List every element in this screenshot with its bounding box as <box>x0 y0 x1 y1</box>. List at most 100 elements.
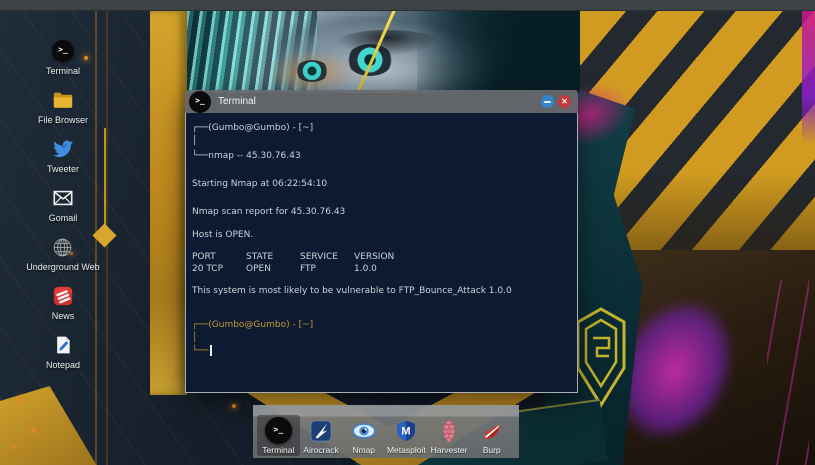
wallpaper-dot <box>31 428 35 432</box>
wallpaper-gold-stripes <box>580 10 815 305</box>
wallpaper-dot <box>12 446 15 449</box>
dock-item-label: Terminal <box>262 445 295 455</box>
portrait-face <box>277 16 507 93</box>
desktop-icon-tweeter[interactable]: Tweeter <box>47 138 79 174</box>
svg-text:M: M <box>402 426 411 438</box>
close-button[interactable]: ✕ <box>558 95 571 108</box>
envelope-icon <box>52 187 74 209</box>
portrait-cord <box>349 10 398 93</box>
wallpaper-magenta-strands <box>767 280 809 465</box>
table-cell: 20 TCP <box>192 264 223 274</box>
terminal-window: >_ Terminal ✕ ┌──(Gumbo@Gumbo) - [~] │ └… <box>185 90 578 393</box>
desktop-icon-notepad[interactable]: Notepad <box>46 334 80 370</box>
dock-item-label: Metasploit <box>386 445 426 455</box>
portrait-brow <box>335 30 440 56</box>
folder-icon <box>52 89 74 111</box>
dock-item-metasploit[interactable]: M Metasploit <box>385 416 428 456</box>
minimize-icon <box>544 100 551 103</box>
airocrack-icon <box>308 418 334 444</box>
burp-icon <box>479 418 505 444</box>
top-panel <box>0 0 815 11</box>
terminal-glyph: >_ <box>58 45 68 54</box>
bird-icon <box>52 138 74 160</box>
desktop-icon-file-browser[interactable]: File Browser <box>38 89 88 125</box>
table-cell: FTP <box>300 264 316 274</box>
wallpaper-dot <box>18 397 23 402</box>
window-controls: ✕ <box>541 95 571 108</box>
desktop-icon-grid: >_ Terminal File Browser Tweeter Gomail … <box>13 40 113 383</box>
text-cursor <box>210 345 213 356</box>
dock-item-label: Nmap <box>352 445 376 455</box>
dock: >_ Terminal Airocrack Nmap M Metasploit … <box>253 405 519 458</box>
terminal-icon: >_ <box>264 417 292 444</box>
prompt-line: ┌──(Gumbo@Gumbo) - [~] <box>192 123 314 133</box>
notepad-icon <box>52 334 74 356</box>
table-cell: 1.0.0 <box>354 264 377 274</box>
terminal-output[interactable]: ┌──(Gumbo@Gumbo) - [~] │ └──nmap -- 45.3… <box>185 113 578 393</box>
desktop-icon-label: Terminal <box>45 66 80 76</box>
eye-icon <box>351 418 377 444</box>
column-header: VERSION <box>354 252 395 262</box>
dock-item-airocrack[interactable]: Airocrack <box>300 416 343 456</box>
terminal-glyph: >_ <box>273 424 284 434</box>
portrait-eye <box>347 44 393 76</box>
desktop-icon-label: News <box>51 311 75 321</box>
close-icon: ✕ <box>561 96 568 106</box>
wallpaper-gold-band <box>150 10 187 395</box>
prompt-line: └── <box>192 345 569 358</box>
desktop-icon-label: Underground Web <box>26 262 100 272</box>
window-title: Terminal <box>218 96 256 107</box>
desktop-icon-label: Tweeter <box>46 164 79 174</box>
column-header: STATE <box>246 252 274 262</box>
dock-item-terminal[interactable]: >_ Terminal <box>257 415 300 456</box>
shield-icon: M <box>393 418 419 444</box>
desktop-icon-terminal[interactable]: >_ Terminal <box>46 40 80 76</box>
desktop-screen: >_ Terminal File Browser Tweeter Gomail … <box>0 0 815 465</box>
dock-item-nmap[interactable]: Nmap <box>342 416 385 456</box>
portrait-hood <box>417 10 582 93</box>
wallpaper-right-bottom <box>580 250 815 465</box>
desktop-icon-label: File Browser <box>37 115 88 125</box>
dock-item-label: Airocrack <box>303 445 339 455</box>
portrait-glow <box>267 50 357 93</box>
wallpaper-stripes-shade <box>580 10 815 305</box>
portrait-hair <box>187 10 317 93</box>
dock-item-label: Harvester <box>430 445 468 455</box>
terminal-glyph: >_ <box>195 95 205 105</box>
pinecone-icon <box>436 418 462 444</box>
command-line: └──nmap -- 45.30.76.43 <box>192 151 301 161</box>
column-header: SERVICE <box>300 252 338 262</box>
wallpaper-gold-wedge <box>0 386 100 465</box>
output-line: Nmap scan report for 45.30.76.43 <box>192 207 346 217</box>
desktop-icon-gomail[interactable]: Gomail <box>48 187 78 223</box>
desktop-icon-label: Gomail <box>48 213 78 223</box>
terminal-titlebar[interactable]: >_ Terminal ✕ <box>185 90 578 113</box>
desktop-icon-news[interactable]: News <box>51 285 75 321</box>
wallpaper-magenta-swoosh <box>564 247 786 465</box>
output-line: Host is OPEN. <box>192 230 254 240</box>
wallpaper-pink-strip <box>802 10 815 145</box>
desktop-icon-label: Notepad <box>45 360 81 370</box>
dock-item-label: Burp <box>482 445 501 455</box>
news-icon <box>52 285 74 307</box>
prompt-line: │ <box>192 333 198 343</box>
table-cell: OPEN <box>246 264 271 274</box>
prompt-prefix: └── <box>192 346 209 356</box>
scan-table-row: 20 TCP OPEN FTP 1.0.0 <box>192 263 569 275</box>
terminal-icon: >_ <box>51 40 74 62</box>
vulnerability-line: This system is most likely to be vulnera… <box>192 286 512 296</box>
column-header: PORT <box>192 252 216 262</box>
dock-item-harvester[interactable]: Harvester <box>428 416 471 456</box>
prompt-line: ┌──(Gumbo@Gumbo) - [~] <box>192 320 314 330</box>
minimize-button[interactable] <box>541 95 554 108</box>
scan-table-header: PORT STATE SERVICE VERSION <box>192 251 569 263</box>
wallpaper-portrait <box>187 10 582 93</box>
terminal-icon: >_ <box>189 90 211 113</box>
hexagon-badge <box>576 307 626 408</box>
prompt-line: │ <box>192 136 198 146</box>
onion-web-icon <box>52 236 74 258</box>
wallpaper-dot <box>232 404 236 408</box>
dock-item-burp[interactable]: Burp <box>470 416 513 456</box>
desktop-icon-underground-web[interactable]: Underground Web <box>26 236 100 272</box>
output-line: Starting Nmap at 06:22:54:10 <box>192 179 328 189</box>
